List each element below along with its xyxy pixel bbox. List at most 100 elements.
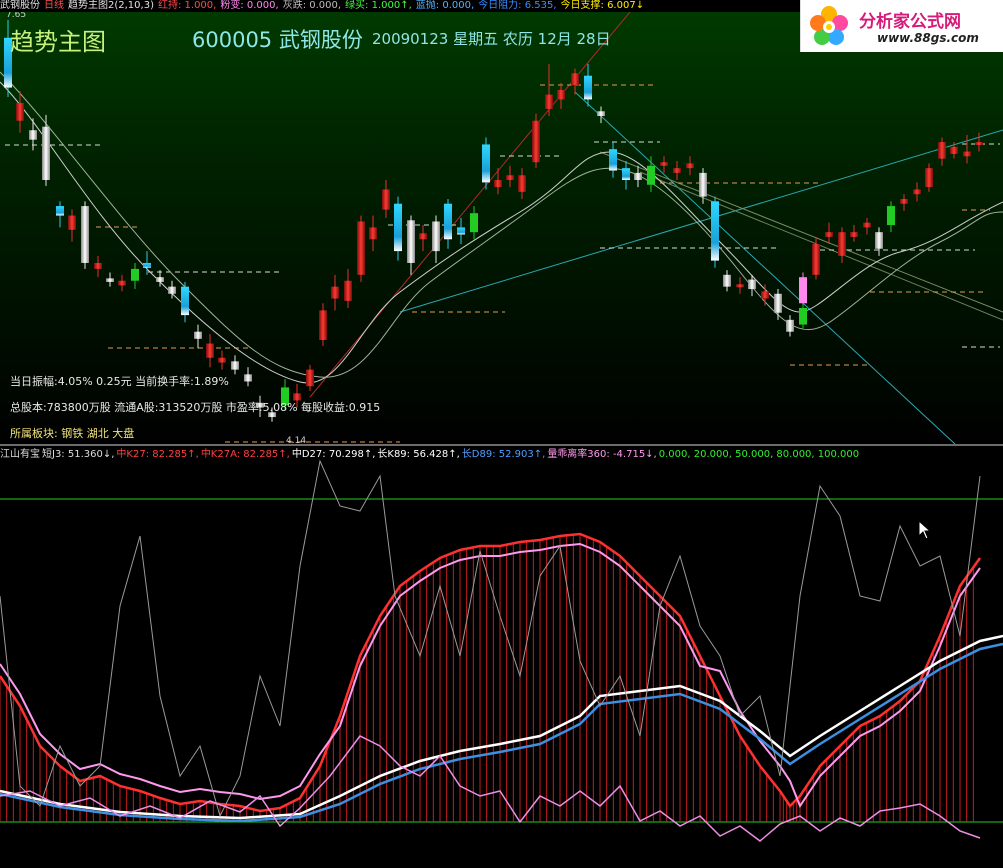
indicator-value-4: 粉变: 0.000, bbox=[220, 0, 279, 11]
candle bbox=[686, 156, 694, 176]
indicator-value-7: 蓝抛: 0.000, bbox=[415, 0, 475, 11]
stock-chart-window: 武钢股份 日线 趋势主图2(2,10,3) 红持: 1.000, 粉变: 0.000, 灰… bbox=[0, 0, 1003, 868]
oscillator-value-2: 中K27: 82.285↑, bbox=[116, 449, 199, 460]
candle-body bbox=[331, 286, 339, 299]
candle bbox=[900, 194, 908, 211]
candle bbox=[131, 262, 139, 290]
share-capital-info: 总股本:783800万股 流通A股:313520万股 市盈率:5.08% 每股收… bbox=[10, 401, 381, 414]
candle-body bbox=[850, 232, 858, 237]
site-name: 分析家公式网 bbox=[859, 12, 961, 32]
candle bbox=[357, 215, 365, 282]
chart-title: 趋势主图 bbox=[10, 28, 106, 56]
candle-body bbox=[913, 189, 921, 195]
candle-body bbox=[786, 319, 794, 332]
candle-body bbox=[925, 168, 933, 188]
candle-body bbox=[156, 277, 164, 282]
candle bbox=[975, 132, 983, 152]
mouse-cursor-icon bbox=[918, 520, 932, 540]
flower-logo-icon bbox=[810, 6, 848, 45]
indicator-value-5: 灰跌: 0.000, bbox=[282, 0, 342, 11]
candle-body bbox=[723, 274, 731, 287]
candle-body bbox=[938, 142, 946, 159]
candle-body bbox=[81, 206, 89, 263]
candle bbox=[532, 113, 540, 169]
candle-body bbox=[357, 221, 365, 275]
oscillator-value-1: 短J3: 51.360↓, bbox=[42, 449, 115, 460]
candle-body bbox=[470, 213, 478, 233]
candle-body bbox=[699, 172, 707, 197]
price-tag-top: 7.65 bbox=[6, 12, 27, 20]
indicator-value-2: 趋势主图2(2,10,3) bbox=[68, 0, 154, 11]
site-url: www.88gs.com bbox=[877, 31, 979, 45]
oscillator-value-0: 江山有宝 bbox=[0, 449, 40, 460]
candle-body bbox=[42, 126, 50, 180]
candle-body bbox=[597, 111, 605, 116]
site-logo[interactable]: 分析家公式网 www.88gs.com bbox=[800, 0, 1003, 52]
trend-line-cyan bbox=[399, 129, 1003, 313]
candle-body bbox=[622, 168, 630, 180]
candle bbox=[799, 272, 807, 308]
candle-body bbox=[244, 374, 252, 382]
candle bbox=[231, 355, 239, 375]
candle-body bbox=[812, 244, 820, 275]
candle bbox=[42, 114, 50, 186]
candle bbox=[913, 182, 921, 202]
candle bbox=[306, 364, 314, 391]
candle bbox=[545, 63, 553, 116]
candle-body bbox=[634, 172, 642, 180]
candle-body bbox=[306, 369, 314, 387]
amplitude-info: 当日振幅:4.05% 0.25元 当前换手率:1.89% bbox=[10, 375, 229, 388]
indicator-value-3: 红持: 1.000, bbox=[157, 0, 217, 11]
candle-body bbox=[518, 175, 526, 192]
candle-body bbox=[181, 286, 189, 316]
low-price-tag: 4.14 bbox=[286, 436, 307, 444]
candle bbox=[331, 274, 339, 311]
candle-body bbox=[106, 278, 114, 282]
main-chart-panel[interactable]: 趋势主图 600005 武钢股份 20090123 星期五 农历 12月 28日… bbox=[0, 12, 1003, 444]
candle-body bbox=[686, 163, 694, 169]
candle bbox=[482, 137, 490, 190]
candle-body bbox=[838, 232, 846, 256]
candle-body bbox=[863, 222, 871, 228]
candle-body bbox=[457, 227, 465, 235]
candle-body bbox=[482, 144, 490, 183]
candle bbox=[419, 225, 427, 252]
trend-line-cyan-down bbox=[574, 91, 956, 444]
candle-body bbox=[168, 286, 176, 294]
candle-body bbox=[143, 262, 151, 268]
candle bbox=[622, 161, 630, 190]
candle-body bbox=[394, 203, 402, 252]
candle-body bbox=[56, 206, 64, 216]
candle bbox=[506, 165, 514, 188]
candle-body bbox=[407, 220, 415, 263]
oscillator-panel[interactable]: 江山有宝 短J3: 51.360↓, 中K27: 82.285↑, 中K27A: 82… bbox=[0, 446, 1003, 868]
candle-body bbox=[94, 262, 102, 269]
moving-average-line bbox=[0, 71, 1003, 378]
oscillator-value-8: 0.000, 20.000, 50.000, 80.000, 100.000 bbox=[658, 449, 860, 460]
candle-body bbox=[799, 308, 807, 325]
candle bbox=[825, 222, 833, 244]
candle-body bbox=[774, 293, 782, 313]
candle-body bbox=[736, 284, 744, 288]
candle bbox=[786, 315, 794, 337]
oscillator-value-7: 量乖离率360: -4.715↓, bbox=[547, 449, 657, 460]
candle bbox=[319, 303, 327, 346]
oscillator-chart[interactable] bbox=[0, 446, 1003, 868]
candle-body bbox=[319, 310, 327, 340]
indicator-value-1: 日线 bbox=[44, 0, 64, 11]
candle-body bbox=[494, 180, 502, 188]
indicator-value-8: 今日阻力: 6.535, bbox=[478, 0, 557, 11]
candle-body bbox=[799, 277, 807, 304]
candle bbox=[799, 303, 807, 330]
candle-body bbox=[506, 175, 514, 180]
candle bbox=[382, 180, 390, 218]
candle bbox=[181, 281, 189, 323]
candle bbox=[925, 163, 933, 192]
oscillator-value-4: 中D27: 70.298↑, bbox=[291, 449, 376, 460]
candle bbox=[407, 215, 415, 275]
indicator-value-9: 今日支撑: 6.007↓ bbox=[560, 0, 645, 11]
candle-body bbox=[432, 221, 440, 252]
candle bbox=[609, 142, 617, 178]
candle-body bbox=[673, 168, 681, 173]
candle-body bbox=[825, 232, 833, 237]
